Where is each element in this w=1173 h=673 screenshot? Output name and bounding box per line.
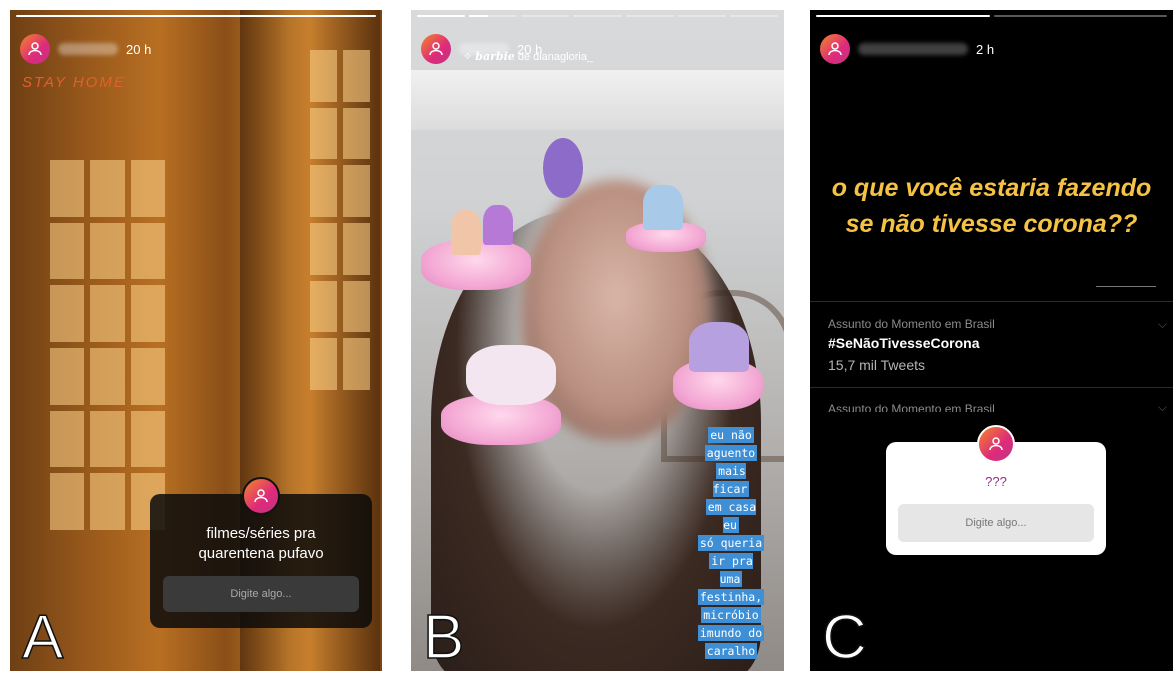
headline-text: o que você estaria fazendo se não tivess… [831,174,1152,238]
caption-line: aguento [704,445,758,461]
text-caption: eu não aguento mais ficar em casa eu só quer… [695,426,767,660]
progress-segment [677,15,726,17]
user-icon [28,42,42,56]
chevron-down-icon[interactable]: ⌵ [1158,317,1167,332]
avatar[interactable] [20,34,50,64]
trend-subtitle: Assunto do Momento em Brasil [828,317,995,331]
progress-segment [573,15,622,17]
barbie-sticker [451,210,481,255]
progress-segment [16,15,376,17]
window-light-image [50,160,165,530]
question-sticker[interactable]: filmes/séries pra quarentena pufavo Digi… [150,477,372,628]
trend-count: 15,7 mil Tweets [828,357,926,373]
avatar[interactable] [421,34,451,64]
divider [1096,286,1156,287]
caption-line: imundo do [697,625,765,641]
blurred-username [58,43,118,55]
story-header[interactable]: 2 h [820,34,994,64]
question-text: ??? [985,474,1007,489]
window-frame-image [310,50,370,390]
progress-segment [993,15,1167,17]
caption-line: caralho [704,643,758,659]
trend-hashtag[interactable]: #SeNãoTivesseCorona [828,335,979,351]
story-panel-c[interactable]: 2 h o que você estaria fazendo se não ti… [810,10,1173,671]
user-icon [429,42,443,56]
question-avatar [242,477,280,515]
avatar[interactable] [820,34,850,64]
caption-line: em casa eu [705,499,757,533]
unicorn-sticker [483,205,513,245]
caption-line: mais ficar [712,463,750,497]
panel-label: C [821,603,867,671]
question-avatar [977,425,1015,463]
filter-author: de dianagloria_ [517,51,594,63]
user-icon [828,42,842,56]
chevron-down-icon[interactable]: ⌵ [1158,400,1167,412]
stay-home-sticker: STAY HOME [22,74,126,91]
question-text: filmes/séries pra quarentena pufavo [198,525,324,562]
caption-line: festinha, [697,589,765,605]
progress-segment [625,15,674,17]
panel-label: B [422,603,465,671]
trend-item[interactable]: Assunto do Momento em Brasil ⌵ [810,400,1173,412]
filter-attribution[interactable]: ✧ barbie de dianagloria_ [463,50,593,63]
caption-line: só queria [697,535,765,551]
ceiling-image [411,70,784,130]
unicorns-sticker [466,345,556,405]
divider [810,387,1173,388]
filter-name: barbie [475,50,515,63]
progress-segment [521,15,570,17]
post-time: 20 h [126,41,152,57]
question-reply-input[interactable]: Digite algo... [898,504,1094,542]
blurred-username [858,43,968,55]
story-panel-a[interactable]: 20 h STAY HOME filmes/séries pra quarent… [10,10,382,671]
progress-segment [816,15,990,17]
caption-line: micróbio [701,607,761,623]
barbie-sticker [689,322,749,372]
pet-sticker [543,138,583,198]
user-icon [254,489,268,503]
user-icon [989,437,1003,451]
progress-segment [417,15,466,17]
story-panel-b[interactable]: 20 h ✧ barbie de dianagloria_ eu não ague… [411,10,784,671]
caption-line: eu não [708,427,754,443]
story-progress [816,15,1167,17]
progress-segment [729,15,778,17]
sparkle-icon: ✧ [463,51,473,63]
post-time: 2 h [976,41,995,57]
story-header[interactable]: 20 h [20,34,151,64]
divider [810,301,1173,302]
question-sticker[interactable]: ??? Digite algo... [886,425,1106,555]
question-reply-input[interactable]: Digite algo... [163,576,359,612]
story-progress [16,15,376,17]
caption-line: ir pra uma [709,553,753,587]
progress-segment [469,15,518,17]
barbie-sticker [643,185,683,230]
story-progress [417,15,778,17]
trend-subtitle: Assunto do Momento em Brasil [828,402,995,412]
panel-label: A [21,603,64,671]
